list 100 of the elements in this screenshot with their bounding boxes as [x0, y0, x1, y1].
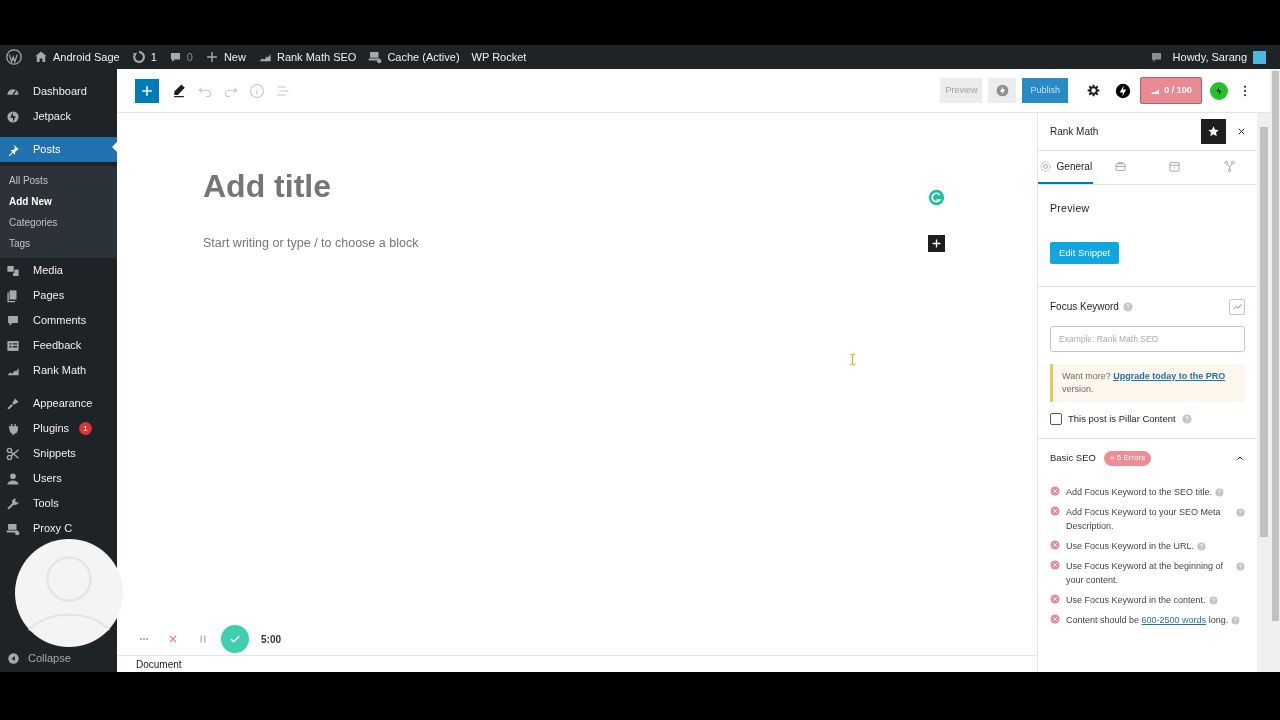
admin-bar-item[interactable]: Rank Math SEO [251, 45, 363, 69]
error-icon [1050, 560, 1060, 570]
submenu-item[interactable]: Add New [0, 191, 117, 212]
admin-bar-item[interactable]: 0 [162, 45, 199, 69]
help-icon[interactable] [1236, 562, 1245, 571]
admin-bar-item[interactable]: WP Rocket [465, 45, 533, 69]
briefcase-icon [1113, 160, 1127, 173]
admin-bar-item[interactable]: 1 [125, 45, 163, 69]
server-icon [368, 50, 383, 64]
admin-bar-item[interactable]: New [198, 45, 252, 69]
boost-button[interactable] [988, 78, 1017, 103]
error-count-badge: × 6 Errors [1103, 450, 1152, 466]
breadcrumb-link[interactable]: Document [136, 656, 182, 672]
help-icon[interactable] [1208, 596, 1218, 605]
speech-bubble-icon [168, 50, 182, 64]
keyword-input-field[interactable]: Example: Rank Math SEO [1050, 325, 1245, 352]
submenu-item[interactable]: Tags [0, 233, 117, 254]
menu-item[interactable]: Tools [0, 491, 117, 516]
refresh-icon [131, 50, 146, 64]
wrench-icon [6, 496, 20, 511]
scrollbar-thumb[interactable] [1259, 127, 1268, 537]
admin-bar-item[interactable]: Cache (Active) [362, 45, 466, 69]
media-icon [6, 263, 20, 278]
close-icon[interactable] [1236, 126, 1247, 137]
trends-button[interactable] [1229, 298, 1245, 315]
menu-item[interactable]: Appearance [0, 391, 117, 416]
check-item: Add Focus Keyword to your SEO Meta Description. [1066, 506, 1222, 533]
check-item: Use Focus Keyword in the content. [1066, 594, 1206, 607]
close-icon [167, 633, 179, 645]
upgrade-link[interactable]: Upgrade today to the PRO [1113, 370, 1226, 381]
check-item: Content should be 600-2500 words long. [1066, 614, 1229, 627]
upgrade-notice: Want more? Upgrade today to the PRO version. [1050, 363, 1245, 402]
pages-icon [6, 288, 20, 303]
check-item: Use Focus Keyword in the URL. [1066, 540, 1195, 553]
title-field[interactable]: Add title [203, 165, 331, 206]
scissors-icon [6, 446, 20, 461]
plus-icon [204, 50, 219, 64]
home-icon [34, 50, 48, 64]
menu-item[interactable]: Pages [0, 283, 117, 308]
checkbox[interactable] [1050, 412, 1062, 425]
settings-icon[interactable] [1087, 84, 1100, 97]
menu-item[interactable]: Comments [0, 308, 117, 333]
nodes-icon [1223, 160, 1237, 173]
account-link[interactable]: Howdy, Sarang [1172, 48, 1266, 66]
plug-icon [6, 421, 20, 436]
server-icon [6, 521, 20, 536]
user-icon [6, 471, 20, 486]
bolt-circle-icon [6, 109, 20, 124]
menu-item[interactable]: Posts [0, 137, 117, 162]
jetpack-button[interactable] [1210, 81, 1228, 100]
help-icon[interactable] [1236, 508, 1245, 517]
submenu-item[interactable]: Categories [0, 212, 117, 233]
help-icon[interactable] [1231, 616, 1241, 625]
menu-item[interactable]: Dashboard [0, 79, 117, 104]
menu-item[interactable]: Users [0, 466, 117, 491]
check-item: Add Focus Keyword to the SEO title. [1066, 486, 1213, 499]
field-label: Focus Keyword [1050, 300, 1119, 315]
error-icon [1050, 506, 1060, 516]
calendar-icon [1168, 160, 1182, 173]
star-button[interactable] [1201, 119, 1226, 144]
collapse-icon [7, 651, 20, 665]
content-field[interactable]: Start writing or type / to choose a block [203, 234, 419, 253]
menu-item[interactable]: Plugins 1 [0, 416, 117, 441]
help-icon[interactable] [1122, 301, 1133, 312]
check-item: Use Focus Keyword at the beginning of your content. [1066, 560, 1225, 587]
notification-icon[interactable] [1149, 50, 1163, 64]
info-icon[interactable] [249, 82, 265, 99]
bolt-icon[interactable] [1115, 82, 1131, 99]
menu-item[interactable]: Jetpack [0, 104, 117, 129]
panel-title: Rank Math [1050, 125, 1100, 139]
menu-item[interactable]: Media [0, 258, 117, 283]
help-icon[interactable] [1197, 542, 1207, 551]
star-icon [1207, 125, 1220, 138]
panel-tab[interactable]: General [1038, 151, 1093, 184]
error-icon [1050, 594, 1060, 604]
section-header[interactable]: Basic SEO × 6 Errors [1050, 449, 1245, 467]
menu-item[interactable]: Feedback [0, 333, 117, 358]
bolt-icon [995, 84, 1009, 97]
menu-item[interactable]: Snippets [0, 441, 117, 466]
menu-item[interactable]: Proxy C [0, 516, 117, 541]
add-block-button[interactable] [928, 234, 945, 252]
form-icon [6, 338, 20, 353]
count-badge: 1 [79, 422, 93, 435]
admin-bar-item[interactable]: Android Sage [28, 45, 126, 69]
words-link[interactable]: 600-2500 words [1141, 615, 1207, 625]
speech-bubble-icon [6, 313, 20, 328]
wordpress-logo-icon[interactable] [6, 49, 22, 65]
checkbox-label: This post is Pillar Content [1068, 411, 1176, 426]
submenu-item[interactable]: All Posts [0, 170, 117, 191]
help-icon[interactable] [1181, 413, 1192, 424]
avatar-icon [1253, 50, 1266, 64]
error-icon [1050, 486, 1060, 496]
pencil-icon[interactable] [171, 82, 187, 99]
help-icon[interactable] [1215, 488, 1225, 497]
collapse-menu-button[interactable]: Collapse [0, 646, 117, 670]
grammar-icon[interactable] [928, 189, 945, 206]
error-icon [1050, 540, 1060, 550]
menu-item[interactable]: Rank Math [0, 358, 117, 383]
brush-icon [6, 396, 20, 411]
scrollbar-thumb[interactable] [1271, 71, 1279, 621]
